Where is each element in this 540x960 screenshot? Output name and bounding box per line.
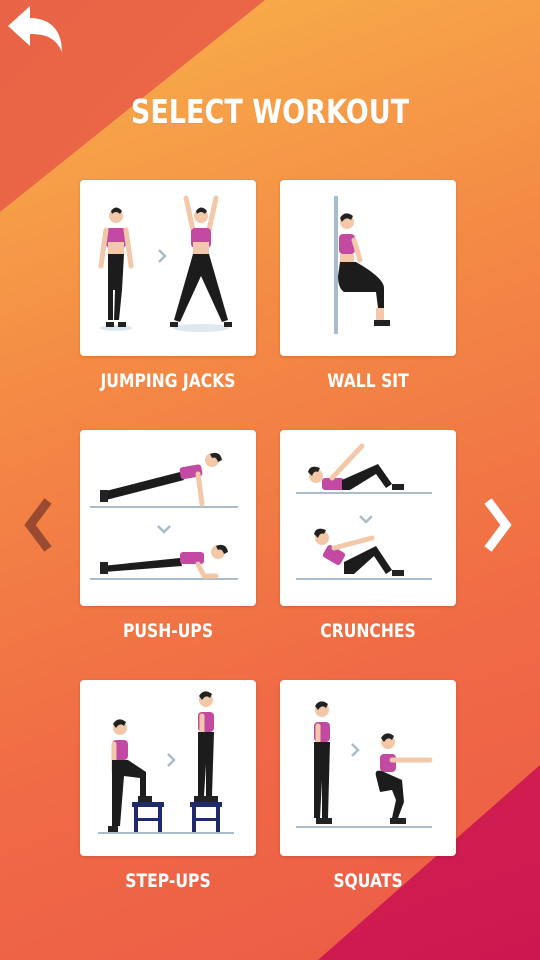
- squats-illustration: [296, 701, 433, 828]
- workout-label-push-ups[interactable]: PUSH-UPS: [78, 620, 258, 642]
- workout-tile-crunches[interactable]: [280, 430, 456, 606]
- workout-tile-squats[interactable]: [280, 680, 456, 856]
- workout-label-wall-sit[interactable]: WALL SIT: [278, 370, 458, 392]
- workout-tile-push-ups[interactable]: [80, 430, 256, 606]
- workout-label-jumping-jacks[interactable]: JUMPING JACKS: [78, 370, 258, 392]
- wall-sit-illustration: [334, 196, 390, 334]
- workout-tile-wall-sit[interactable]: [280, 180, 456, 356]
- page-title: SELECT WORKOUT: [130, 92, 410, 131]
- back-arrow-icon: [8, 6, 62, 52]
- chevron-left-icon: [24, 498, 52, 552]
- workout-label-crunches[interactable]: CRUNCHES: [278, 620, 458, 642]
- back-button[interactable]: [4, 4, 66, 56]
- push-ups-illustration: [90, 452, 238, 580]
- next-page-button[interactable]: [478, 495, 518, 555]
- step-ups-illustration: [98, 691, 234, 834]
- workout-label-step-ups[interactable]: STEP-UPS: [78, 870, 258, 892]
- crunches-illustration: [296, 443, 432, 580]
- workout-tile-step-ups[interactable]: [80, 680, 256, 856]
- workout-tile-jumping-jacks[interactable]: [80, 180, 256, 356]
- jumping-jacks-illustration: [98, 195, 232, 332]
- chevron-right-icon: [484, 498, 512, 552]
- previous-page-button[interactable]: [18, 495, 58, 555]
- workout-label-squats[interactable]: SQUATS: [278, 870, 458, 892]
